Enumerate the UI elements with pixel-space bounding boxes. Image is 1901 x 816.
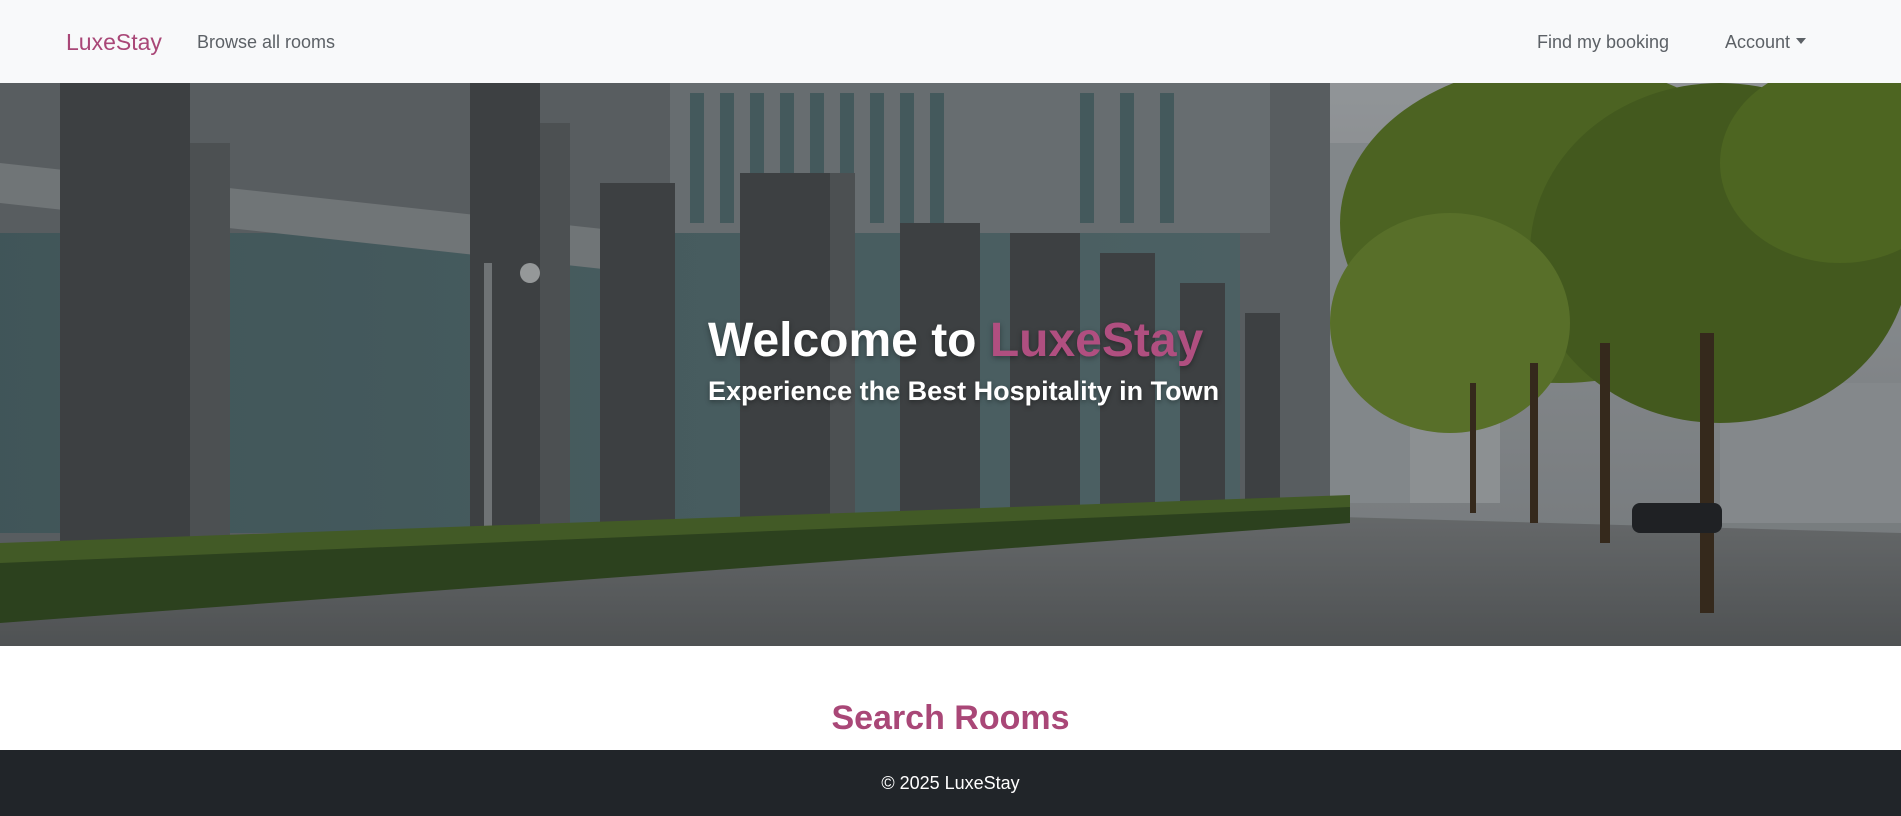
hero-title: Welcome to LuxeStay	[708, 313, 1203, 369]
navbar: LuxeStay Browse all rooms Find my bookin…	[0, 0, 1901, 83]
caret-down-icon	[1796, 38, 1807, 44]
hero-banner: Welcome to LuxeStay Experience the Best …	[0, 83, 1901, 646]
hero-title-prefix: Welcome to	[708, 314, 990, 367]
account-label: Account	[1725, 32, 1791, 52]
footer: © 2025 LuxeStay	[0, 750, 1901, 816]
hero-subtitle: Experience the Best Hospitality in Town	[708, 376, 1220, 406]
hero-title-brand: LuxeStay	[989, 314, 1204, 367]
nav-browse-rooms[interactable]: Browse all rooms	[197, 31, 335, 53]
nav-find-my-booking[interactable]: Find my booking	[1537, 31, 1669, 53]
account-dropdown-toggle[interactable]: Account	[1725, 31, 1807, 53]
brand-logo-link[interactable]: LuxeStay	[66, 28, 162, 56]
footer-copyright: © 2025 LuxeStay	[881, 773, 1020, 793]
search-rooms-heading: Search Rooms	[831, 699, 1070, 737]
